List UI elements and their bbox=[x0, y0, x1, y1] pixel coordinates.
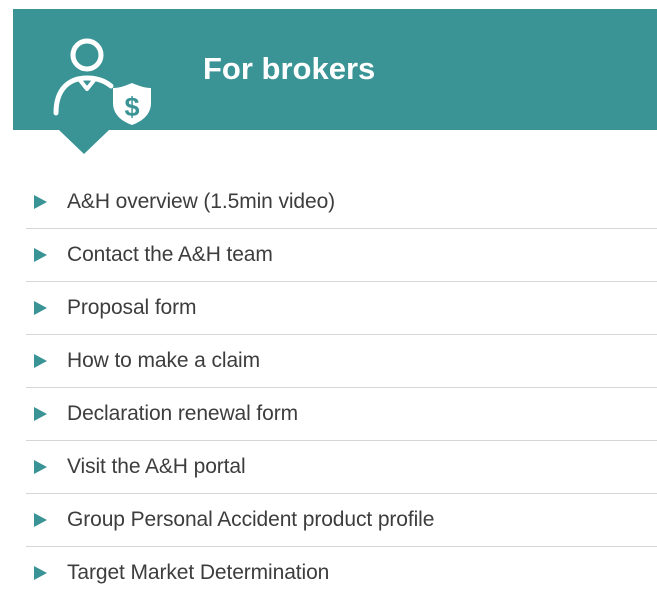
link-item-contact-team[interactable]: Contact the A&H team bbox=[26, 229, 657, 282]
play-arrow-icon bbox=[34, 301, 47, 315]
svg-text:$: $ bbox=[124, 92, 139, 122]
play-arrow-icon bbox=[34, 354, 47, 368]
link-label[interactable]: Contact the A&H team bbox=[67, 242, 273, 268]
link-label[interactable]: A&H overview (1.5min video) bbox=[67, 189, 335, 215]
link-label[interactable]: Visit the A&H portal bbox=[67, 454, 246, 480]
link-item-declaration-renewal-form[interactable]: Declaration renewal form bbox=[26, 388, 657, 441]
link-label[interactable]: How to make a claim bbox=[67, 348, 260, 374]
page-title: For brokers bbox=[203, 51, 376, 86]
link-item-ah-overview-video[interactable]: A&H overview (1.5min video) bbox=[26, 176, 657, 229]
link-item-product-profile[interactable]: Group Personal Accident product profile bbox=[26, 494, 657, 547]
link-item-target-market-determination[interactable]: Target Market Determination bbox=[26, 547, 657, 599]
link-label[interactable]: Declaration renewal form bbox=[67, 401, 298, 427]
link-item-proposal-form[interactable]: Proposal form bbox=[26, 282, 657, 335]
header-pointer-notch bbox=[59, 130, 109, 154]
play-arrow-icon bbox=[34, 566, 47, 580]
link-label[interactable]: Group Personal Accident product profile bbox=[67, 507, 434, 533]
play-arrow-icon bbox=[34, 195, 47, 209]
play-arrow-icon bbox=[34, 407, 47, 421]
play-arrow-icon bbox=[34, 248, 47, 262]
play-arrow-icon bbox=[34, 513, 47, 527]
link-item-make-claim[interactable]: How to make a claim bbox=[26, 335, 657, 388]
broker-person-with-dollar-shield-icon: $ bbox=[53, 38, 151, 125]
broker-links-list: A&H overview (1.5min video) Contact the … bbox=[26, 176, 657, 599]
brokers-header-banner: $ For brokers bbox=[13, 9, 657, 130]
link-label[interactable]: Target Market Determination bbox=[67, 560, 329, 586]
link-item-ah-portal[interactable]: Visit the A&H portal bbox=[26, 441, 657, 494]
link-label[interactable]: Proposal form bbox=[67, 295, 197, 321]
play-arrow-icon bbox=[34, 460, 47, 474]
